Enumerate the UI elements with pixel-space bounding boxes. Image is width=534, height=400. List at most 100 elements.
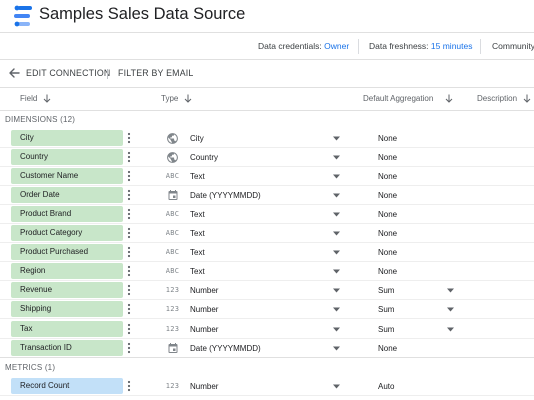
number-type-icon: 123 [165,305,180,314]
more-vert-icon[interactable] [125,323,133,335]
more-vert-icon[interactable] [125,132,133,144]
dropdown-arrow-icon[interactable] [333,269,340,274]
field-type-select[interactable]: Date (YYYYMMDD) [190,186,261,205]
sort-arrow-down-icon[interactable] [184,94,192,104]
field-type-select[interactable]: Country [190,148,218,167]
dimension-row: Product Purchased ABC Text None [0,243,534,263]
field-type-select[interactable]: Number [190,377,218,396]
default-aggregation-value[interactable]: Sum [378,300,394,319]
metric-row: Record Count 123 Number Auto [0,377,534,396]
dimension-field-chip[interactable]: Tax [11,320,123,337]
data-freshness-label: Data freshness: [369,41,429,51]
divider [480,39,481,54]
dropdown-arrow-icon[interactable] [333,155,340,160]
more-vert-icon[interactable] [125,265,133,277]
dimension-field-chip[interactable]: City [11,129,123,146]
data-freshness-link[interactable]: 15 minutes [431,41,473,51]
default-aggregation-value: None [378,152,398,162]
filter-by-email-button[interactable]: FILTER BY EMAIL [118,60,194,87]
default-aggregation-value: None [378,209,398,219]
dimension-field-chip[interactable]: Shipping [11,301,123,318]
action-bar: EDIT CONNECTION FILTER BY EMAIL [0,60,534,87]
dimension-field-chip[interactable]: Country [11,148,123,165]
more-vert-icon[interactable] [125,151,133,163]
divider [107,69,108,79]
dropdown-arrow-icon[interactable] [333,327,340,332]
column-header-description[interactable]: Description [477,88,531,110]
data-freshness[interactable]: Data freshness: 15 minutes [369,33,473,60]
data-source-info-bar: Data credentials: Owner Data freshness: … [0,32,534,60]
sort-arrow-down-icon[interactable] [43,94,51,104]
default-aggregation-value: None [378,343,398,353]
dimension-row: Product Category ABC Text None [0,224,534,243]
dropdown-arrow-icon[interactable] [333,174,340,179]
default-aggregation-value: None [378,190,398,200]
dropdown-arrow-icon[interactable] [333,136,340,141]
more-vert-icon[interactable] [125,380,133,392]
dropdown-arrow-icon[interactable] [333,288,340,293]
dropdown-arrow-icon[interactable] [447,327,454,332]
dimension-row: City City None [0,129,534,148]
more-vert-icon[interactable] [125,342,133,354]
page-title: Samples Sales Data Source [39,5,246,23]
sort-arrow-down-icon[interactable] [523,94,531,104]
more-vert-icon[interactable] [125,189,133,201]
field-type-select[interactable]: Text [190,224,205,243]
dimension-field-chip[interactable]: Product Brand [11,205,123,222]
dropdown-arrow-icon[interactable] [333,231,340,236]
field-type-select[interactable]: Number [190,281,218,300]
more-vert-icon[interactable] [125,227,133,239]
default-aggregation-value[interactable]: Sum [378,281,394,300]
default-aggregation-value[interactable]: Sum [378,320,394,339]
dropdown-arrow-icon[interactable] [333,384,340,389]
field-type-select[interactable]: Date (YYYYMMDD) [190,339,261,358]
column-header-field-label: Field [20,94,38,103]
dimension-field-chip[interactable]: Customer Name [11,167,123,184]
dropdown-arrow-icon[interactable] [447,288,454,293]
dropdown-arrow-icon[interactable] [333,212,340,217]
dimension-field-chip[interactable]: Product Purchased [11,244,123,261]
dimension-row: Tax 123 Number Sum [0,320,534,339]
more-vert-icon[interactable] [125,208,133,220]
dropdown-arrow-icon[interactable] [447,307,454,312]
divider [358,39,359,54]
dimension-row: Revenue 123 Number Sum [0,281,534,301]
back-arrow-icon[interactable] [8,67,20,79]
field-type-select[interactable]: Text [190,262,205,281]
column-header-type[interactable]: Type [161,88,192,110]
dimension-field-chip[interactable]: Transaction ID [11,339,123,356]
dropdown-arrow-icon[interactable] [333,193,340,198]
data-credentials[interactable]: Data credentials: Owner [258,33,349,60]
column-header-default-aggregation[interactable]: Default Aggregation [363,88,453,110]
field-type-select[interactable]: Text [190,243,205,262]
metric-field-chip[interactable]: Record Count [11,377,123,394]
data-credentials-link[interactable]: Owner [324,41,349,51]
column-header-field[interactable]: Field [20,88,51,110]
more-vert-icon[interactable] [125,170,133,182]
calendar-icon [165,188,180,203]
edit-connection-button[interactable]: EDIT CONNECTION [26,60,110,87]
dropdown-arrow-icon[interactable] [333,250,340,255]
default-aggregation-value: None [378,133,398,143]
dimension-field-chip[interactable]: Region [11,263,123,280]
field-type-select[interactable]: Number [190,300,218,319]
more-vert-icon[interactable] [125,246,133,258]
data-credentials-label: Data credentials: [258,41,322,51]
globe-icon [165,131,180,146]
dropdown-arrow-icon[interactable] [333,307,340,312]
community-link[interactable]: Community [492,33,534,60]
field-type-select[interactable]: Text [190,167,205,186]
dimension-field-chip[interactable]: Order Date [11,186,123,203]
sort-arrow-down-icon[interactable] [445,94,453,104]
dropdown-arrow-icon[interactable] [333,346,340,351]
more-vert-icon[interactable] [125,303,133,315]
more-vert-icon[interactable] [125,284,133,296]
dimension-field-chip[interactable]: Revenue [11,282,123,299]
data-studio-logo-icon[interactable] [12,5,34,27]
dimension-field-chip[interactable]: Product Category [11,225,123,241]
default-aggregation-value: None [378,229,398,238]
field-type-select[interactable]: Text [190,205,205,224]
default-aggregation-value: None [378,171,398,181]
field-type-select[interactable]: City [190,129,204,148]
field-type-select[interactable]: Number [190,320,218,339]
